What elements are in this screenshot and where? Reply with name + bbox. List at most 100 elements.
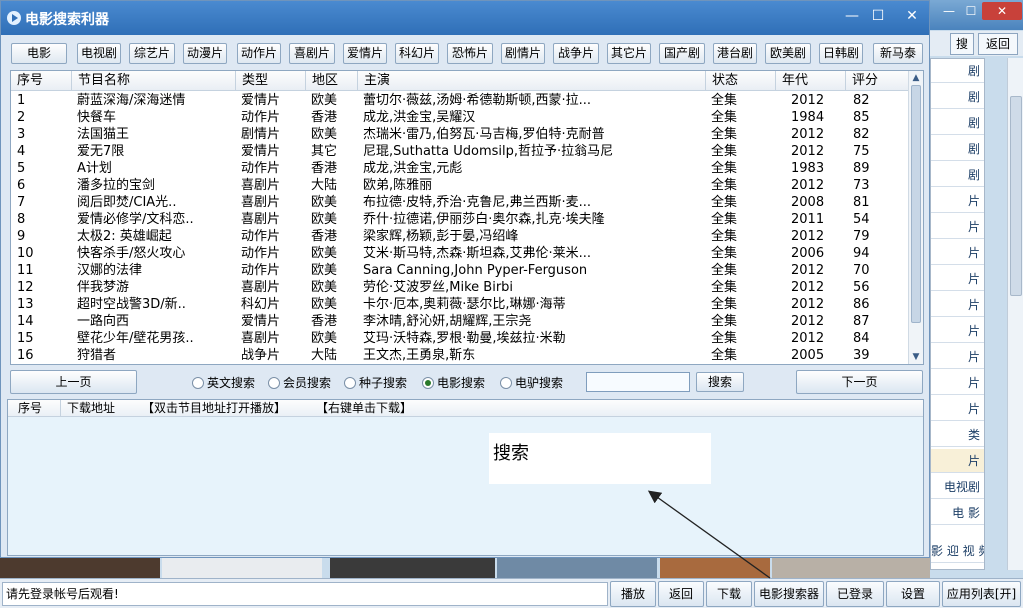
background-scrollbar-thumb[interactable]	[1010, 96, 1022, 296]
category-button[interactable]: 动作片	[237, 43, 281, 64]
download-list-panel[interactable]: 序号 下载地址 【双击节目地址打开播放】 【右键单击下载】	[7, 399, 924, 556]
search-mode-radio[interactable]: 英文搜索	[192, 375, 255, 391]
background-list-item[interactable]: 片	[931, 371, 984, 395]
prev-page-button[interactable]: 上一页	[10, 370, 137, 394]
category-button[interactable]: 动漫片	[183, 43, 227, 64]
background-list-item[interactable]: 片	[931, 189, 984, 213]
category-button[interactable]: 科幻片	[395, 43, 439, 64]
logged-in-button[interactable]: 已登录	[826, 581, 884, 607]
radio-selected-icon[interactable]	[422, 377, 434, 389]
table-scrollbar-thumb[interactable]	[911, 85, 921, 323]
background-list-item[interactable]: 片	[931, 215, 984, 239]
background-list-item[interactable]: 电 影	[931, 501, 984, 525]
header-col-title[interactable]: 节目名称	[71, 71, 235, 91]
background-list-item[interactable]: 片	[931, 449, 984, 473]
table-row[interactable]: 5 A计划 动作片 香港 成龙,洪金宝,元彪 全集 1983 89	[11, 160, 908, 177]
background-list-item[interactable]: 片	[931, 267, 984, 291]
search-mode-radio[interactable]: 会员搜索	[268, 375, 331, 391]
category-button[interactable]: 综艺片	[129, 43, 175, 64]
header-col-region[interactable]: 地区	[305, 71, 357, 91]
search-mode-radio[interactable]: 电影搜索	[422, 375, 485, 391]
radio-unselected-icon[interactable]	[192, 377, 204, 389]
table-row[interactable]: 3 法国猫王 剧情片 欧美 杰瑞米·雷乃,伯努瓦·马吉梅,罗伯特·克耐普 全集 2012 82	[11, 126, 908, 143]
category-button[interactable]: 电视剧	[77, 43, 121, 64]
background-list-item[interactable]: 剧	[931, 163, 984, 187]
table-row[interactable]: 12 伴我梦游 喜剧片 欧美 劳伦·艾波罗丝,Mike Birbi 全集 2012 56	[11, 279, 908, 296]
movie-searcher-button[interactable]: 电影搜索器	[754, 581, 824, 607]
dialog-title-bar[interactable]: 电影搜索利器 — ☐ ✕	[1, 1, 929, 35]
background-list-item[interactable]: 片	[931, 397, 984, 421]
search-mode-radio[interactable]: 种子搜索	[344, 375, 407, 391]
table-row[interactable]: 1 蔚蓝深海/深海迷情 爱情片 欧美 蕾切尔·薇兹,汤姆·希德勒斯顿,西蒙·拉... 全集…	[11, 92, 908, 109]
background-list-item[interactable]: 片	[931, 241, 984, 265]
background-list-item[interactable]: 类	[931, 423, 984, 447]
table-row[interactable]: 10 快客杀手/怒火攻心 动作片 欧美 艾米·斯马特,杰森·斯坦森,艾弗伦·莱米... 全…	[11, 245, 908, 262]
background-list-item[interactable]: 片	[931, 345, 984, 369]
table-row[interactable]: 11 汉娜的法律 动作片 欧美 Sara Canning,John Pyper-Ferg…	[11, 262, 908, 279]
category-button[interactable]: 电影	[11, 43, 67, 64]
header-col-status[interactable]: 状态	[705, 71, 775, 91]
background-scrollbar[interactable]	[1007, 58, 1023, 570]
table-row[interactable]: 7 阅后即焚/CIA光.. 喜剧片 欧美 布拉德·皮特,乔治·克鲁尼,弗兰西斯·麦...…	[11, 194, 908, 211]
background-list-item[interactable]: 剧	[931, 85, 984, 109]
background-list-item[interactable]: 片	[931, 293, 984, 317]
table-row[interactable]: 14 一路向西 爱情片 香港 李沐晴,舒沁妍,胡耀辉,王宗尧 全集 2012 87	[11, 313, 908, 330]
settings-button[interactable]: 设置	[886, 581, 940, 607]
background-list-item[interactable]: 片	[931, 319, 984, 343]
background-list-item[interactable]: 剧	[931, 137, 984, 161]
background-list-item[interactable]: 电视剧	[931, 475, 984, 499]
background-tab-back[interactable]: 返回	[978, 33, 1018, 55]
category-button[interactable]: 剧情片	[501, 43, 545, 64]
category-button[interactable]: 港台剧	[713, 43, 757, 64]
download-button[interactable]: 下载	[706, 581, 752, 607]
background-list-item[interactable]: 剧	[931, 111, 984, 135]
category-button[interactable]: 爱情片	[343, 43, 387, 64]
table-scrollbar[interactable]: ▲ ▼	[908, 71, 923, 364]
category-button[interactable]: 其它片	[607, 43, 651, 64]
app-list-button[interactable]: 应用列表[开]	[942, 581, 1021, 607]
next-page-button[interactable]: 下一页	[796, 370, 923, 394]
minimize-button[interactable]: —	[841, 7, 863, 25]
header-col-type[interactable]: 类型	[235, 71, 305, 91]
category-button[interactable]: 喜剧片	[289, 43, 335, 64]
background-close-button[interactable]: ✕	[982, 2, 1022, 20]
radio-unselected-icon[interactable]	[500, 377, 512, 389]
movie-list-table[interactable]: 序号 节目名称 类型 地区 主演 状态 年代 评分 1 蔚蓝深海/深海迷情 爱情片 欧美 蕾切尔·薇兹…	[10, 70, 924, 365]
table-row[interactable]: 16 狩猎者 战争片 大陆 王文杰,王勇泉,靳东 全集 2005 39	[11, 347, 908, 364]
search-button[interactable]: 搜索	[696, 372, 744, 392]
category-button[interactable]: 战争片	[553, 43, 599, 64]
table-row[interactable]: 13 超时空战警3D/新.. 科幻片 欧美 卡尔·厄本,奥莉薇·瑟尔比,琳娜·海蒂 全集 2…	[11, 296, 908, 313]
maximize-button[interactable]: ☐	[867, 7, 889, 25]
table-row[interactable]: 8 爱情必修学/文科恋.. 喜剧片 欧美 乔什·拉德诺,伊丽莎白·奥尔森,扎克·埃夫隆 全…	[11, 211, 908, 228]
scroll-down-icon[interactable]: ▼	[911, 352, 921, 362]
table-row[interactable]: 9 太极2: 英雄崛起 动作片 香港 梁家辉,杨颖,彭于晏,冯绍峰 全集 2012 79	[11, 228, 908, 245]
radio-unselected-icon[interactable]	[344, 377, 356, 389]
background-list-item[interactable]: 剧	[931, 59, 984, 83]
category-button[interactable]: 恐怖片	[447, 43, 493, 64]
table-row[interactable]: 6 潘多拉的宝剑 喜剧片 大陆 欧弟,陈雅丽 全集 2012 73	[11, 177, 908, 194]
table-cell-type: 爱情片	[241, 93, 281, 108]
back-button[interactable]: 返回	[658, 581, 704, 607]
search-mode-radio[interactable]: 电驴搜索	[500, 375, 563, 391]
header-col-cast[interactable]: 主演	[357, 71, 705, 91]
category-button[interactable]: 国产剧	[659, 43, 705, 64]
background-minimize-button[interactable]: —	[938, 2, 960, 20]
header-col-index[interactable]: 序号	[11, 71, 71, 91]
table-row[interactable]: 15 壁花少年/壁花男孩.. 喜剧片 欧美 艾玛·沃特森,罗根·勒曼,埃兹拉·米勒 全集 2…	[11, 330, 908, 347]
close-button[interactable]: ✕	[901, 7, 923, 25]
table-row[interactable]: 4 爱无7限 爱情片 其它 尼琨,Suthatta Udomsilp,哲拉予·拉翁马尼 全…	[11, 143, 908, 160]
scroll-up-icon[interactable]: ▲	[911, 73, 921, 83]
radio-unselected-icon[interactable]	[268, 377, 280, 389]
category-button[interactable]: 新马泰	[873, 43, 923, 64]
category-button[interactable]: 日韩剧	[819, 43, 863, 64]
category-button[interactable]: 欧美剧	[765, 43, 811, 64]
background-maximize-button[interactable]: ☐	[960, 2, 982, 20]
header-col-rating[interactable]: 评分	[845, 71, 908, 91]
table-cell-region: 大陆	[311, 348, 338, 363]
table-row[interactable]: 2 快餐车 动作片 香港 成龙,洪金宝,吴耀汉 全集 1984 85	[11, 109, 908, 126]
background-list-item[interactable]: 影 迎 视 频	[931, 539, 984, 563]
header-col-year[interactable]: 年代	[775, 71, 845, 91]
background-tab-search[interactable]: 搜	[950, 33, 974, 55]
play-button[interactable]: 播放	[610, 581, 656, 607]
search-input[interactable]	[586, 372, 690, 392]
